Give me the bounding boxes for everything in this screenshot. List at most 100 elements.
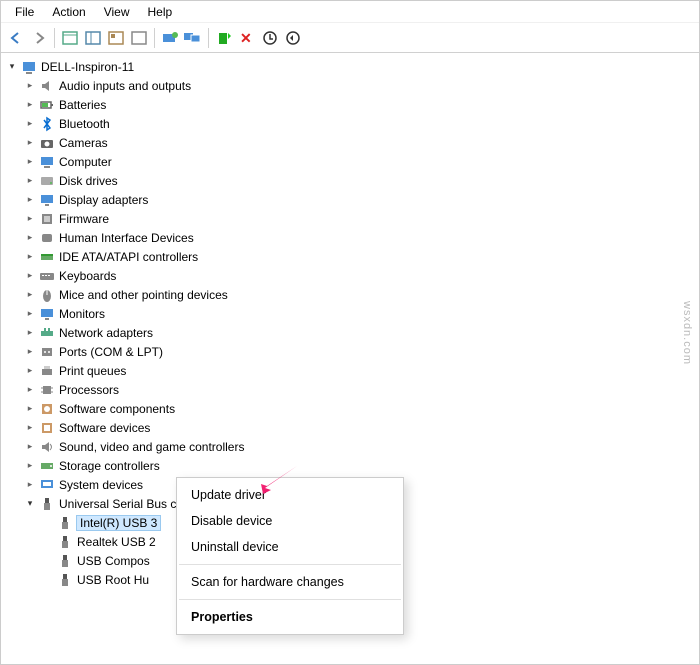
watermark: wsxdn.com (681, 301, 693, 365)
expand-icon[interactable]: ▸ (23, 193, 37, 207)
expand-icon[interactable]: ▸ (23, 136, 37, 150)
expand-icon[interactable]: ▸ (23, 231, 37, 245)
expand-icon[interactable]: ▸ (23, 383, 37, 397)
toolbar-back-button[interactable] (5, 27, 27, 49)
expand-icon[interactable]: ▸ (23, 326, 37, 340)
toolbar: ✕ (1, 23, 699, 53)
category-node[interactable]: ▸IDE ATA/ATAPI controllers (3, 247, 697, 266)
category-node[interactable]: ▸ Audio inputs and outputs (3, 76, 697, 95)
context-menu: Update driverDisable deviceUninstall dev… (176, 477, 404, 635)
expand-icon[interactable]: ▸ (23, 269, 37, 283)
context-menu-disable-device[interactable]: Disable device (177, 508, 403, 534)
tree-label: Batteries (59, 98, 112, 112)
tree-label: Cameras (59, 136, 114, 150)
category-node[interactable]: ▸Storage controllers (3, 456, 697, 475)
battery-icon (39, 97, 55, 113)
category-node[interactable]: ▸ Processors (3, 380, 697, 399)
context-menu-uninstall-device[interactable]: Uninstall device (177, 534, 403, 560)
tree-label: Disk drives (59, 174, 124, 188)
expand-icon[interactable]: ▸ (23, 307, 37, 321)
category-node[interactable]: ▸ Sound, video and game controllers (3, 437, 697, 456)
category-node[interactable]: ▸Software components (3, 399, 697, 418)
toolbar-monitors-button[interactable] (182, 27, 204, 49)
tree-label: Intel(R) USB 3 (76, 515, 161, 531)
computer-icon (39, 154, 55, 170)
toolbar-separator (54, 28, 55, 48)
expand-icon[interactable]: ▸ (23, 421, 37, 435)
expand-icon[interactable]: ▸ (23, 288, 37, 302)
expand-icon[interactable]: ▸ (23, 478, 37, 492)
context-menu-update-driver[interactable]: Update driver (177, 482, 403, 508)
port-icon (39, 344, 55, 360)
toolbar-frame2-button[interactable] (82, 27, 104, 49)
category-node[interactable]: ▸ Monitors (3, 304, 697, 323)
toolbar-scan-button[interactable] (282, 27, 304, 49)
tree-label: Monitors (59, 307, 111, 321)
expand-icon[interactable]: ▸ (23, 174, 37, 188)
ide-icon (39, 249, 55, 265)
category-node[interactable]: ▸ Disk drives (3, 171, 697, 190)
category-node[interactable]: ▸Software devices (3, 418, 697, 437)
category-node[interactable]: ▸ Computer (3, 152, 697, 171)
category-node[interactable]: ▸Print queues (3, 361, 697, 380)
mouse-icon (39, 287, 55, 303)
menu-file[interactable]: File (7, 3, 42, 21)
toolbar-enable-button[interactable] (213, 27, 235, 49)
tree-label: Audio inputs and outputs (59, 79, 197, 93)
printer-icon (39, 363, 55, 379)
tree-label: USB Compos (77, 554, 156, 568)
category-node[interactable]: ▸Human Interface Devices (3, 228, 697, 247)
expand-icon[interactable]: ▸ (23, 364, 37, 378)
category-node[interactable]: ▸Keyboards (3, 266, 697, 285)
toolbar-update-button[interactable] (159, 27, 181, 49)
expand-icon[interactable]: ▸ (23, 212, 37, 226)
toolbar-uninstall-button[interactable] (259, 27, 281, 49)
category-node[interactable]: ▸Mice and other pointing devices (3, 285, 697, 304)
expander-blank (41, 573, 55, 587)
tree-label: Sound, video and game controllers (59, 440, 250, 454)
expand-icon[interactable]: ▸ (23, 98, 37, 112)
expand-icon[interactable]: ▸ (23, 250, 37, 264)
root-computer-node[interactable]: ▾ DELL-Inspiron-11 (3, 57, 697, 76)
category-node[interactable]: ▸Network adapters (3, 323, 697, 342)
menu-view[interactable]: View (96, 3, 138, 21)
expand-icon[interactable]: ▸ (23, 459, 37, 473)
expand-icon[interactable]: ▸ (23, 117, 37, 131)
keyboard-icon (39, 268, 55, 284)
tree-label: Computer (59, 155, 118, 169)
usb-icon (39, 496, 55, 512)
swdev-icon (39, 420, 55, 436)
expand-icon[interactable]: ▸ (23, 440, 37, 454)
firmware-icon (39, 211, 55, 227)
context-menu-scan-for-hardware-changes[interactable]: Scan for hardware changes (177, 569, 403, 595)
tree-label: Firmware (59, 212, 115, 226)
disk-icon (39, 173, 55, 189)
category-node[interactable]: ▸Display adapters (3, 190, 697, 209)
storage-icon (39, 458, 55, 474)
toolbar-frame3-button[interactable] (105, 27, 127, 49)
expand-icon[interactable]: ▸ (23, 155, 37, 169)
menu-help[interactable]: Help (140, 3, 181, 21)
tree-label: Processors (59, 383, 125, 397)
context-menu-properties[interactable]: Properties (177, 604, 403, 630)
collapse-icon[interactable]: ▾ (5, 60, 19, 74)
sound-icon (39, 439, 55, 455)
toolbar-frame1-button[interactable] (59, 27, 81, 49)
expand-icon[interactable]: ▸ (23, 402, 37, 416)
category-node[interactable]: ▸ Batteries (3, 95, 697, 114)
category-node[interactable]: ▸Ports (COM & LPT) (3, 342, 697, 361)
hid-icon (39, 230, 55, 246)
expand-icon[interactable]: ▸ (23, 79, 37, 93)
expand-icon[interactable]: ▸ (23, 345, 37, 359)
collapse-icon[interactable]: ▾ (23, 497, 37, 511)
tree-label: DELL-Inspiron-11 (41, 60, 140, 74)
toolbar-disable-button[interactable]: ✕ (236, 27, 258, 49)
category-node[interactable]: ▸ Cameras (3, 133, 697, 152)
toolbar-frame4-button[interactable] (128, 27, 150, 49)
toolbar-forward-button[interactable] (28, 27, 50, 49)
menu-action[interactable]: Action (44, 3, 93, 21)
context-menu-separator (179, 599, 401, 600)
category-node[interactable]: ▸ Firmware (3, 209, 697, 228)
category-node[interactable]: ▸ Bluetooth (3, 114, 697, 133)
tree-label: Bluetooth (59, 117, 116, 131)
